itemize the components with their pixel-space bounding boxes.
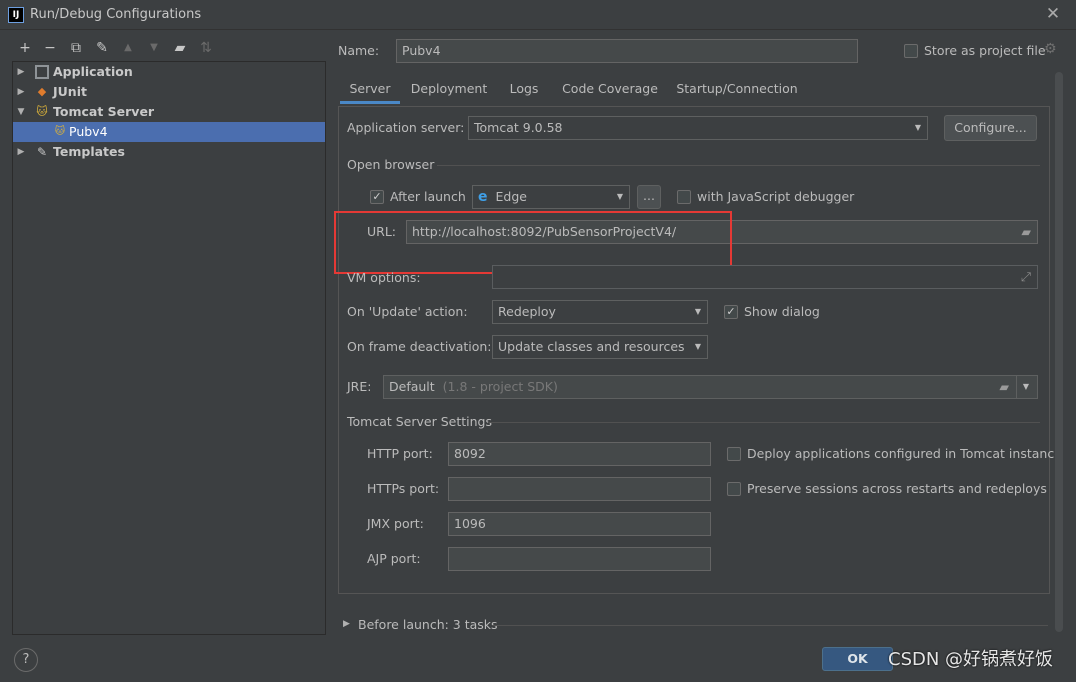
window-title: Run/Debug Configurations xyxy=(30,7,202,22)
tomcat-settings-separator xyxy=(488,422,1040,423)
preserve-sessions-checkbox[interactable] xyxy=(727,482,741,496)
on-update-label: On 'Update' action: xyxy=(347,304,468,319)
tree-item-label: Tomcat Server xyxy=(53,104,155,119)
on-frame-deactivation-value: Update classes and resources xyxy=(498,339,685,354)
application-server-value: Tomcat 9.0.58 xyxy=(474,120,563,135)
collapse-arrow-icon[interactable]: ▼ xyxy=(16,102,26,122)
folder-icon[interactable]: ▰ xyxy=(1021,221,1031,243)
expand-arrow-icon[interactable]: ▶ xyxy=(16,82,26,102)
store-as-project-label: Store as project file xyxy=(924,43,1046,58)
jmx-port-input[interactable]: 1096 xyxy=(448,512,711,536)
ajp-port-label: AJP port: xyxy=(367,551,421,566)
expand-icon[interactable]: ⤢ xyxy=(1021,266,1031,288)
browser-value: Edge xyxy=(495,189,527,204)
scrollbar[interactable] xyxy=(1055,72,1063,632)
gear-icon[interactable]: ⚙ xyxy=(1044,41,1057,57)
jre-select[interactable]: Default (1.8 - project SDK) ▰ ▼ xyxy=(383,375,1038,399)
deploy-apps-label: Deploy applications configured in Tomcat… xyxy=(747,446,1062,461)
on-frame-deactivation-select[interactable]: Update classes and resources ▼ xyxy=(492,335,708,359)
tree-item-label: Application xyxy=(53,64,133,79)
jre-label: JRE: xyxy=(347,379,372,394)
chevron-down-icon: ▼ xyxy=(616,192,623,201)
ajp-port-input[interactable] xyxy=(448,547,711,571)
configure-button[interactable]: Configure... xyxy=(944,115,1037,141)
tree-item-tomcat-server[interactable]: ▼ 🐱 Tomcat Server xyxy=(13,102,325,122)
vm-options-input[interactable]: ⤢ xyxy=(492,265,1038,289)
close-icon[interactable]: ✕ xyxy=(1044,4,1062,24)
application-server-select[interactable]: Tomcat 9.0.58 ▼ xyxy=(468,116,928,140)
on-update-select[interactable]: Redeploy ▼ xyxy=(492,300,708,324)
intellij-app-icon: IJ xyxy=(8,7,24,23)
after-launch-checkbox[interactable]: ✓ xyxy=(370,190,384,204)
deploy-apps-checkbox[interactable] xyxy=(727,447,741,461)
csdn-watermark: CSDN @好锅煮好饭 xyxy=(888,649,1054,670)
configuration-tree: ▶ Application ▶ ◆ JUnit ▼ 🐱 Tomcat Serve… xyxy=(12,61,326,635)
tab-logs[interactable]: Logs xyxy=(500,78,548,104)
tree-item-label: JUnit xyxy=(53,84,87,99)
https-port-label: HTTPs port: xyxy=(367,481,440,496)
store-as-project-checkbox[interactable] xyxy=(904,44,918,58)
ok-button[interactable]: OK xyxy=(822,647,893,671)
preserve-sessions-label: Preserve sessions across restarts and re… xyxy=(747,481,1047,496)
junit-icon: ◆ xyxy=(37,85,47,98)
http-port-label: HTTP port: xyxy=(367,446,433,461)
chevron-down-icon: ▼ xyxy=(694,307,701,316)
move-down-icon[interactable]: ▼ xyxy=(144,38,164,58)
add-icon[interactable]: + xyxy=(15,38,35,58)
move-up-icon[interactable]: ▲ xyxy=(118,38,138,58)
help-button[interactable]: ? xyxy=(14,648,38,672)
tomcat-icon: 🐱 xyxy=(54,126,66,137)
chevron-down-icon[interactable]: ▼ xyxy=(1015,376,1029,398)
js-debugger-label: with JavaScript debugger xyxy=(697,189,855,204)
before-launch-separator xyxy=(492,625,1048,626)
remove-icon[interactable]: − xyxy=(40,38,60,58)
vm-options-label: VM options: xyxy=(347,270,421,285)
jre-hint: (1.8 - project SDK) xyxy=(442,379,558,394)
chevron-down-icon: ▼ xyxy=(914,123,921,132)
http-port-input[interactable]: 8092 xyxy=(448,442,711,466)
application-server-label: Application server: xyxy=(347,120,465,135)
tab-deployment[interactable]: Deployment xyxy=(405,78,493,104)
wrench-icon: ✎ xyxy=(36,145,48,159)
name-input[interactable]: Pubv4 xyxy=(396,39,858,63)
show-dialog-checkbox[interactable]: ✓ xyxy=(724,305,738,319)
expand-arrow-icon[interactable]: ▶ xyxy=(343,619,350,629)
https-port-input[interactable] xyxy=(448,477,711,501)
after-launch-label: After launch xyxy=(390,189,466,204)
name-label: Name: xyxy=(338,43,380,58)
tomcat-icon: 🐱 xyxy=(36,105,48,118)
wrench-icon[interactable]: ✎ xyxy=(92,38,112,58)
chevron-down-icon: ▼ xyxy=(694,342,701,351)
show-dialog-label: Show dialog xyxy=(744,304,820,319)
tree-item-application[interactable]: ▶ Application xyxy=(13,62,325,82)
tab-startup-connection[interactable]: Startup/Connection xyxy=(672,78,802,104)
expand-arrow-icon[interactable]: ▶ xyxy=(16,62,26,82)
jmx-port-label: JMX port: xyxy=(367,516,424,531)
browser-select[interactable]: e Edge ▼ xyxy=(472,185,630,209)
edge-icon: e xyxy=(478,189,488,205)
folder-icon[interactable]: ▰ xyxy=(170,38,190,58)
copy-icon[interactable]: ⧉ xyxy=(66,38,86,58)
js-debugger-checkbox[interactable] xyxy=(677,190,691,204)
title-bar: IJ Run/Debug Configurations ✕ xyxy=(0,0,1076,30)
jre-value: Default xyxy=(389,379,435,394)
open-browser-separator xyxy=(437,165,1040,166)
application-icon xyxy=(35,65,49,79)
on-update-value: Redeploy xyxy=(498,304,556,319)
folder-icon[interactable]: ▰ xyxy=(999,376,1009,398)
open-browser-label: Open browser xyxy=(347,157,435,172)
before-launch-label[interactable]: Before launch: 3 tasks xyxy=(358,617,498,632)
tree-item-label: Templates xyxy=(53,144,125,159)
tree-item-junit[interactable]: ▶ ◆ JUnit xyxy=(13,82,325,102)
sort-icon[interactable]: ⇅ xyxy=(196,38,216,58)
tree-item-templates[interactable]: ▶ ✎ Templates xyxy=(13,142,325,162)
tab-code-coverage[interactable]: Code Coverage xyxy=(556,78,664,104)
tree-item-label: Pubv4 xyxy=(69,124,108,139)
tab-server[interactable]: Server xyxy=(340,78,400,104)
on-frame-deactivation-label: On frame deactivation: xyxy=(347,339,492,354)
tree-item-pubv4[interactable]: 🐱 Pubv4 xyxy=(13,122,325,142)
browser-more-button[interactable]: ... xyxy=(637,185,661,209)
tomcat-settings-label: Tomcat Server Settings xyxy=(347,414,492,429)
expand-arrow-icon[interactable]: ▶ xyxy=(16,142,26,162)
